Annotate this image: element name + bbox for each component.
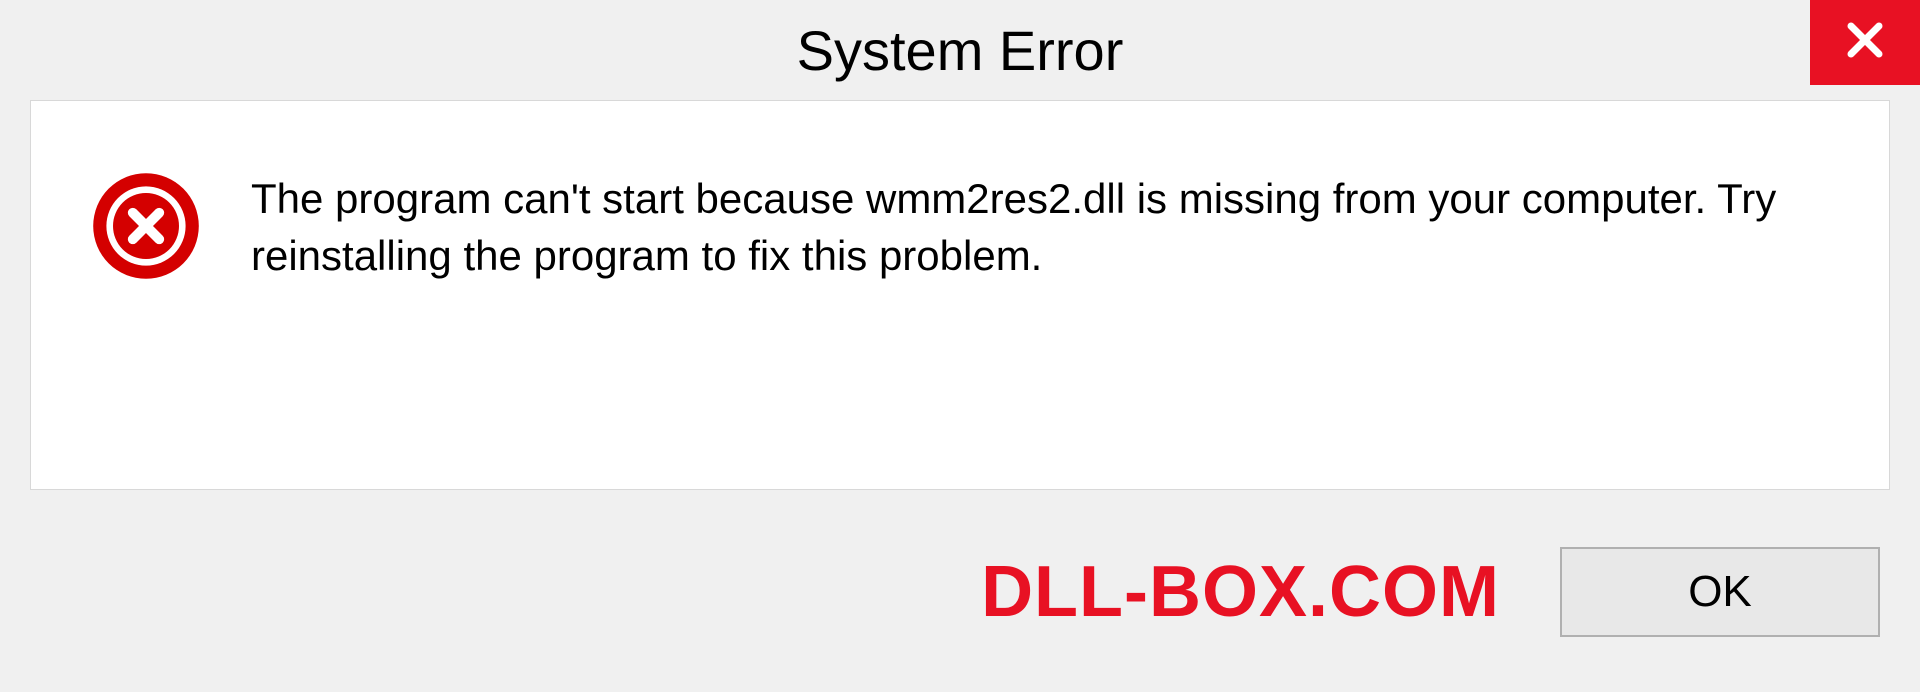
dialog-footer: DLL-BOX.COM OK <box>0 512 1920 692</box>
titlebar: System Error <box>0 0 1920 100</box>
close-icon <box>1841 16 1889 69</box>
error-icon <box>91 171 201 281</box>
close-button[interactable] <box>1810 0 1920 85</box>
dialog-content-panel: The program can't start because wmm2res2… <box>30 100 1890 490</box>
ok-button[interactable]: OK <box>1560 547 1880 637</box>
error-message: The program can't start because wmm2res2… <box>251 171 1801 284</box>
watermark-text: DLL-BOX.COM <box>981 551 1500 633</box>
window-title: System Error <box>797 18 1124 83</box>
